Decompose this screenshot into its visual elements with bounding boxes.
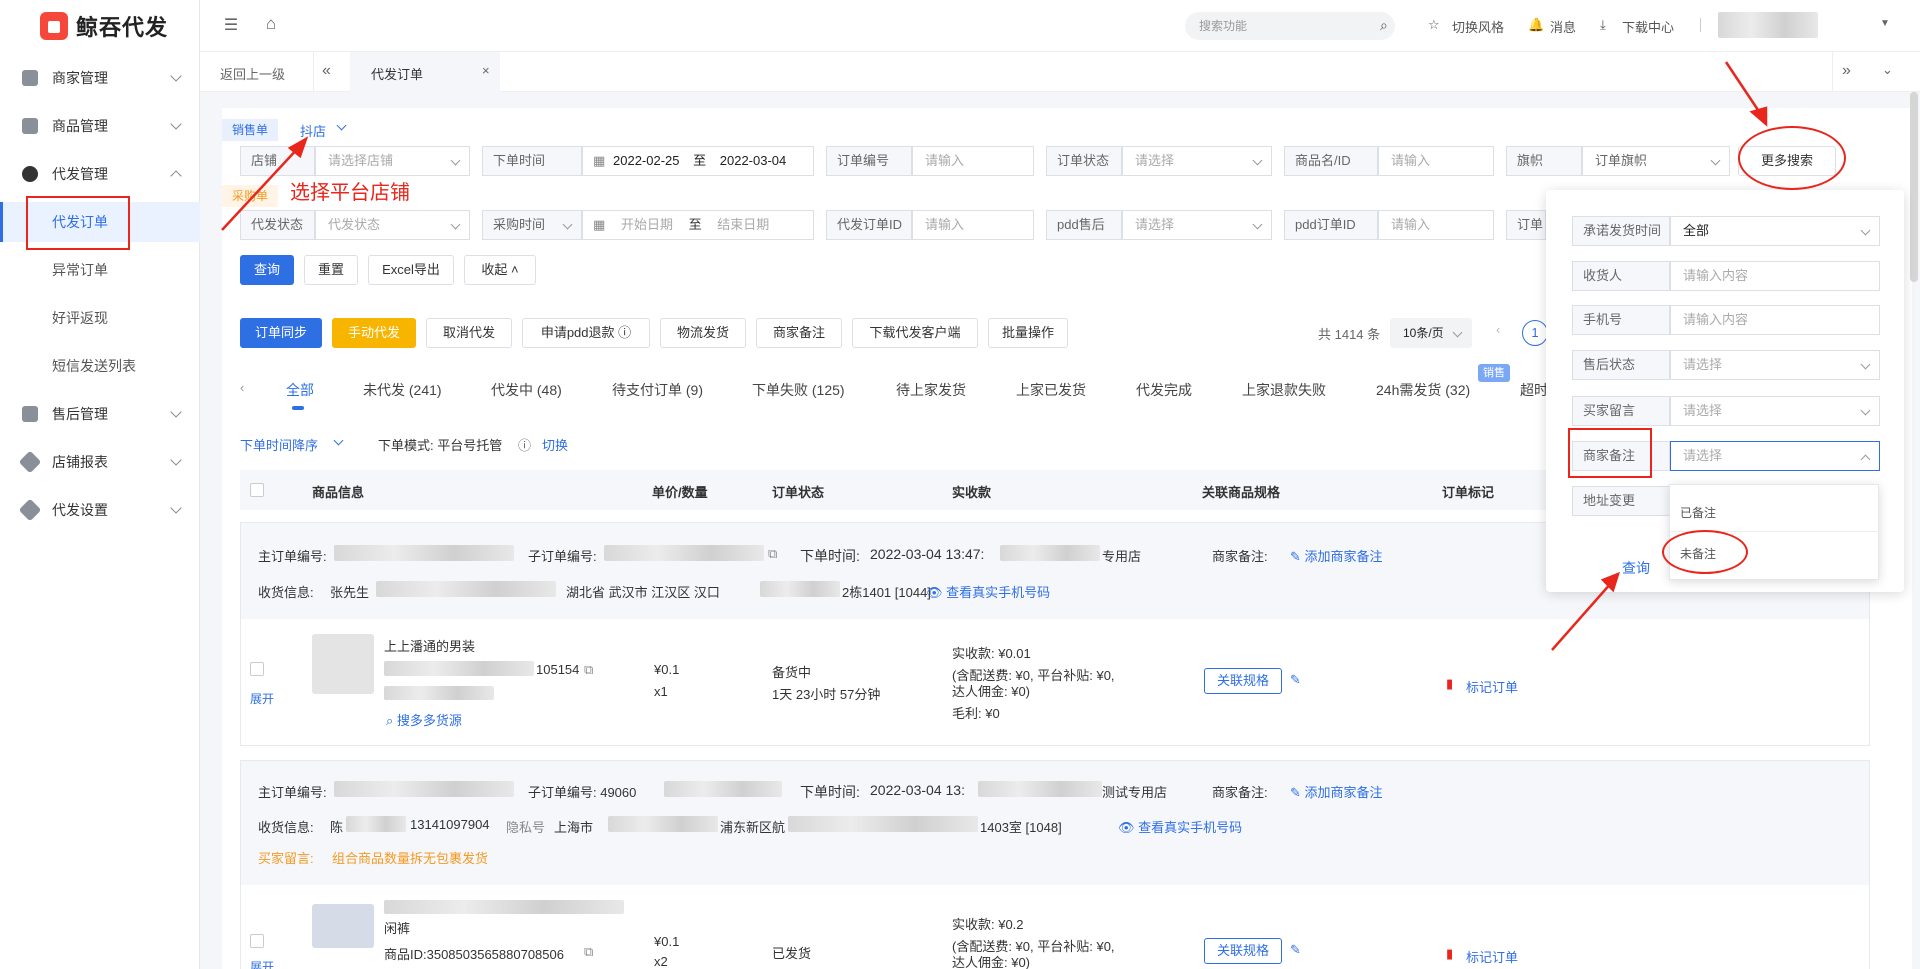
annotation-arrows — [221, 61, 1768, 651]
arrow-to-query — [1551, 581, 1613, 651]
arrow-head — [1749, 106, 1768, 127]
arrow-to-platform — [221, 145, 301, 231]
arrow-to-more-search — [1724, 61, 1764, 117]
arrow-head — [1600, 571, 1620, 593]
